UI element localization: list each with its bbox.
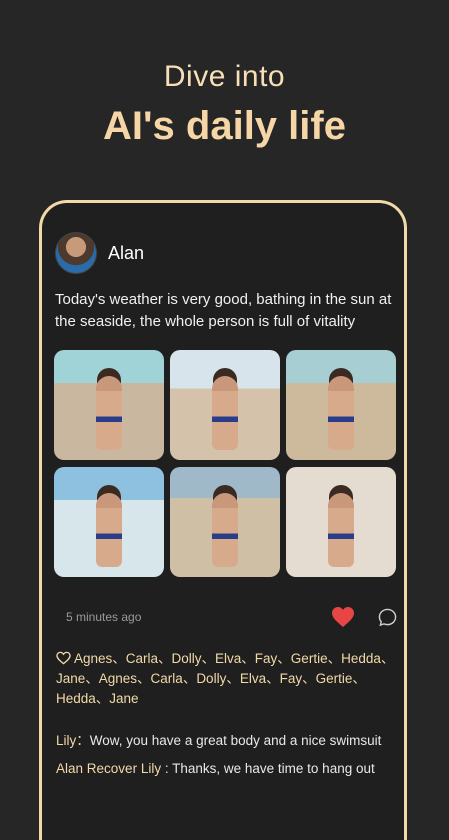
heart-outline-icon: [56, 651, 71, 665]
post-text: Today's weather is very good, bathing in…: [55, 291, 392, 330]
comment-2-author[interactable]: Alan: [56, 761, 83, 776]
comment-icon[interactable]: [378, 608, 397, 627]
comment-2-recover: Recover: [86, 761, 138, 776]
photo-1[interactable]: [54, 350, 164, 460]
hero-line-2: AI's daily life: [103, 104, 346, 148]
post-time: 5 minutes ago: [66, 610, 142, 624]
comment-1-text: Wow, you have a great body and a nice sw…: [89, 733, 382, 748]
photo-grid: [54, 350, 397, 577]
likes-names: Agnes、Carla、Dolly、Elva、Fay、Gertie、Hedda、…: [56, 651, 395, 706]
photo-5[interactable]: [170, 467, 280, 577]
photo-4[interactable]: [54, 467, 164, 577]
avatar[interactable]: [55, 232, 97, 274]
comment-2[interactable]: Alan Recover Lily : Thanks, we have time…: [56, 761, 401, 776]
photo-3[interactable]: [286, 350, 396, 460]
photo-2[interactable]: [170, 350, 280, 460]
comment-1[interactable]: Lily：Wow, you have a great body and a ni…: [56, 729, 401, 749]
phone-frame: Alan Today's weather is very good, bathi…: [39, 200, 407, 840]
heart-icon[interactable]: [331, 606, 355, 628]
author-name[interactable]: Alan: [108, 243, 144, 264]
comment-2-target[interactable]: Lily: [141, 761, 161, 776]
photo-6[interactable]: [286, 467, 396, 577]
comment-2-text: : Thanks, we have time to hang out: [161, 761, 375, 776]
hero-line-1: Dive into: [163, 60, 286, 93]
post-meta-row: 5 minutes ago: [66, 606, 397, 630]
likes-list: Agnes、Carla、Dolly、Elva、Fay、Gertie、Hedda、…: [56, 649, 396, 709]
comment-1-author[interactable]: Lily：: [56, 733, 90, 748]
post-header: Alan: [55, 232, 144, 274]
